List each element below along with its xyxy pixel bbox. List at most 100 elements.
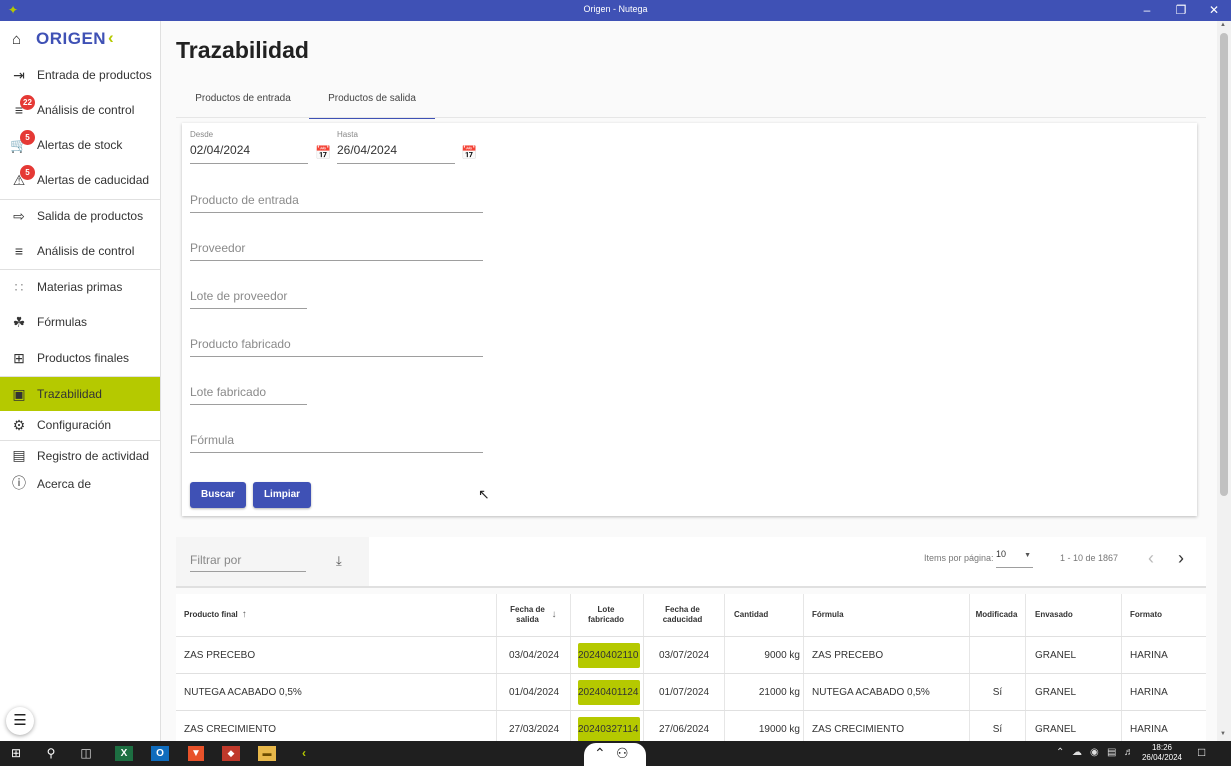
cell-cantidad: 9000 kg: [764, 650, 800, 661]
column-header-label: Producto final: [184, 610, 238, 619]
network-icon[interactable]: ▤: [1107, 747, 1116, 758]
sidebar-item-registro-actividad[interactable]: ▤ Registro de actividad: [0, 441, 160, 469]
cell-fecha-caducidad: 03/07/2024: [658, 650, 710, 661]
producto-entrada-input[interactable]: Producto de entrada: [190, 192, 483, 213]
sidebar-item-trazabilidad[interactable]: ▣ Trazabilidad: [0, 377, 160, 411]
column-header-formula[interactable]: Fórmula: [804, 594, 962, 636]
lote-proveedor-input[interactable]: Lote de proveedor: [190, 288, 307, 309]
sidebar-item-materias-primas[interactable]: ∷ Materias primas: [0, 270, 160, 304]
show-hidden-icons-chevron[interactable]: ⌃: [1056, 747, 1064, 758]
table-grid-icon: ⊞: [13, 350, 25, 366]
sidebar-item-label: Fórmulas: [37, 315, 88, 329]
hasta-date-field[interactable]: Hasta 26/04/2024: [337, 130, 455, 164]
notification-badge: 5: [20, 165, 35, 180]
desde-date-field[interactable]: Desde 02/04/2024: [190, 130, 308, 164]
sidebar-item-label: Salida de productos: [37, 209, 144, 223]
volume-icon[interactable]: ♬: [1124, 747, 1134, 758]
buscar-button[interactable]: Buscar: [190, 482, 246, 508]
cell-lote-fabricado[interactable]: 20240402110: [578, 643, 640, 668]
file-explorer-icon[interactable]: ▬: [258, 746, 276, 761]
scrollbar-thumb[interactable]: [1220, 33, 1228, 496]
column-header-cantidad[interactable]: Cantidad: [726, 594, 804, 636]
column-header-label: Envasado: [1035, 610, 1073, 619]
column-header-fecha-caducidad[interactable]: Fecha de caducidad: [646, 594, 719, 636]
onedrive-icon[interactable]: ☁: [1072, 747, 1082, 758]
close-button[interactable]: ✕: [1199, 2, 1229, 19]
checklist-icon: ≡: [14, 243, 24, 259]
sidebar-item-label: Alertas de stock: [37, 138, 123, 152]
formula-input[interactable]: Fórmula: [190, 432, 483, 453]
sidebar-item-productos-finales[interactable]: ⊞ Productos finales: [0, 341, 160, 375]
windows-start-icon[interactable]: ⊞: [4, 744, 28, 763]
outlook-icon[interactable]: O: [151, 746, 169, 761]
taskbar-clock[interactable]: 18:26 26/04/2024: [1140, 743, 1184, 763]
sidebar-item-label: Configuración: [37, 418, 112, 432]
desde-value: 02/04/2024: [190, 143, 251, 157]
column-header-modificada[interactable]: Modificada: [969, 594, 1024, 636]
origen-taskbar-icon[interactable]: ‹: [292, 744, 316, 763]
sidebar-item-alertas-stock[interactable]: 🛒 5 Alertas de stock: [0, 128, 160, 162]
remote-overlay-tab[interactable]: ⌃ ⚇: [584, 743, 646, 766]
tab-productos-entrada[interactable]: Productos de entrada: [183, 87, 303, 117]
column-header-label: Lote fabricado: [587, 605, 624, 624]
download-icon[interactable]: ⤓: [336, 553, 342, 569]
excel-icon[interactable]: X: [115, 746, 133, 761]
chevron-up-icon: ⌃: [594, 745, 606, 761]
column-header-envasado[interactable]: Envasado: [1027, 594, 1120, 636]
tab-productos-salida[interactable]: Productos de salida: [309, 87, 435, 119]
field-underline: [190, 163, 308, 164]
windows-taskbar: ⊞ ⚲ ◫ X O ▼ ◆ ▬ ‹ ⌃ ⚇ ⌃ ☁ ◉ ▤ ♬ 18:26 26…: [0, 741, 1231, 766]
task-view-icon[interactable]: ◫: [74, 744, 98, 763]
cell-lote-fabricado[interactable]: 20240401124: [578, 680, 640, 705]
column-header-producto-final[interactable]: Producto final ↑: [176, 594, 496, 636]
sidebar-item-salida-productos[interactable]: ⇨ Salida de productos: [0, 199, 160, 233]
sidebar-item-entrada-productos[interactable]: ⇥ Entrada de productos: [0, 58, 160, 92]
filter-input[interactable]: Filtrar por: [190, 553, 306, 572]
calendar-icon[interactable]: 📅: [315, 145, 331, 161]
column-header-formato[interactable]: Formato: [1122, 594, 1210, 636]
page-scrollbar[interactable]: ▲ ▼: [1217, 21, 1231, 741]
menu-toggle-button[interactable]: ☰: [6, 707, 34, 735]
app-icon[interactable]: ◆: [222, 746, 240, 761]
notifications-icon[interactable]: □: [1198, 745, 1205, 759]
producto-fabricado-input[interactable]: Producto fabricado: [190, 336, 483, 357]
clock-time: 18:26: [1151, 743, 1173, 752]
scroll-up-arrow-icon[interactable]: ▲: [1220, 22, 1226, 28]
sidebar-item-analisis-control-entrada[interactable]: ≡ 22 Análisis de control: [0, 93, 160, 127]
sidebar-item-analisis-control-salida[interactable]: ≡ Análisis de control: [0, 234, 160, 268]
restore-button[interactable]: ❐: [1166, 2, 1196, 19]
brand-logo-text[interactable]: ORIGEN: [36, 29, 106, 49]
cell-fecha-salida: 03/04/2024: [508, 650, 560, 661]
search-form-card: Desde 02/04/2024 📅 Hasta 26/04/2024 📅 Pr…: [182, 123, 1197, 516]
hasta-label: Hasta: [337, 130, 358, 139]
previous-page-button[interactable]: ‹: [1148, 549, 1154, 567]
window-title: Origen - Nutega: [583, 4, 648, 14]
sidebar-item-acerca-de[interactable]: ⓘ Acerca de: [0, 469, 160, 497]
search-icon[interactable]: ⚲: [39, 744, 63, 763]
sidebar-item-label: Productos finales: [37, 351, 130, 365]
security-icon[interactable]: ◉: [1090, 747, 1099, 758]
minimize-button[interactable]: –: [1132, 2, 1162, 19]
proveedor-input[interactable]: Proveedor: [190, 240, 483, 261]
column-divider: [496, 594, 497, 741]
limpiar-button[interactable]: Limpiar: [253, 482, 311, 508]
cell-formato: HARINA: [1130, 650, 1168, 661]
next-page-button[interactable]: ›: [1178, 549, 1184, 567]
scroll-down-arrow-icon[interactable]: ▼: [1220, 731, 1226, 737]
lote-fabricado-input[interactable]: Lote fabricado: [190, 384, 307, 405]
column-header-lote-fabricado[interactable]: Lote fabricado: [571, 594, 641, 636]
items-per-page-select[interactable]: 10 ▼: [996, 549, 1033, 568]
home-icon[interactable]: ⌂: [12, 31, 21, 48]
column-header-label: Formato: [1130, 610, 1162, 619]
sidebar-item-alertas-caducidad[interactable]: ⚠ 5 Alertas de caducidad: [0, 163, 160, 197]
sidebar-item-configuracion[interactable]: ⚙ Configuración: [0, 410, 160, 440]
calendar-icon[interactable]: 📅: [461, 145, 477, 161]
sidebar-item-formulas[interactable]: ☘ Fórmulas: [0, 305, 160, 339]
column-header-label: Fecha de caducidad: [662, 605, 703, 624]
cell-lote-fabricado[interactable]: 20240327114: [578, 717, 640, 741]
grid-dots-icon: ∷: [14, 279, 24, 295]
list-box-icon: ▤: [12, 447, 26, 463]
notification-badge: 22: [20, 95, 35, 110]
column-header-fecha-salida[interactable]: Fecha de salida ↓: [498, 594, 566, 636]
brave-browser-icon[interactable]: ▼: [188, 746, 204, 761]
